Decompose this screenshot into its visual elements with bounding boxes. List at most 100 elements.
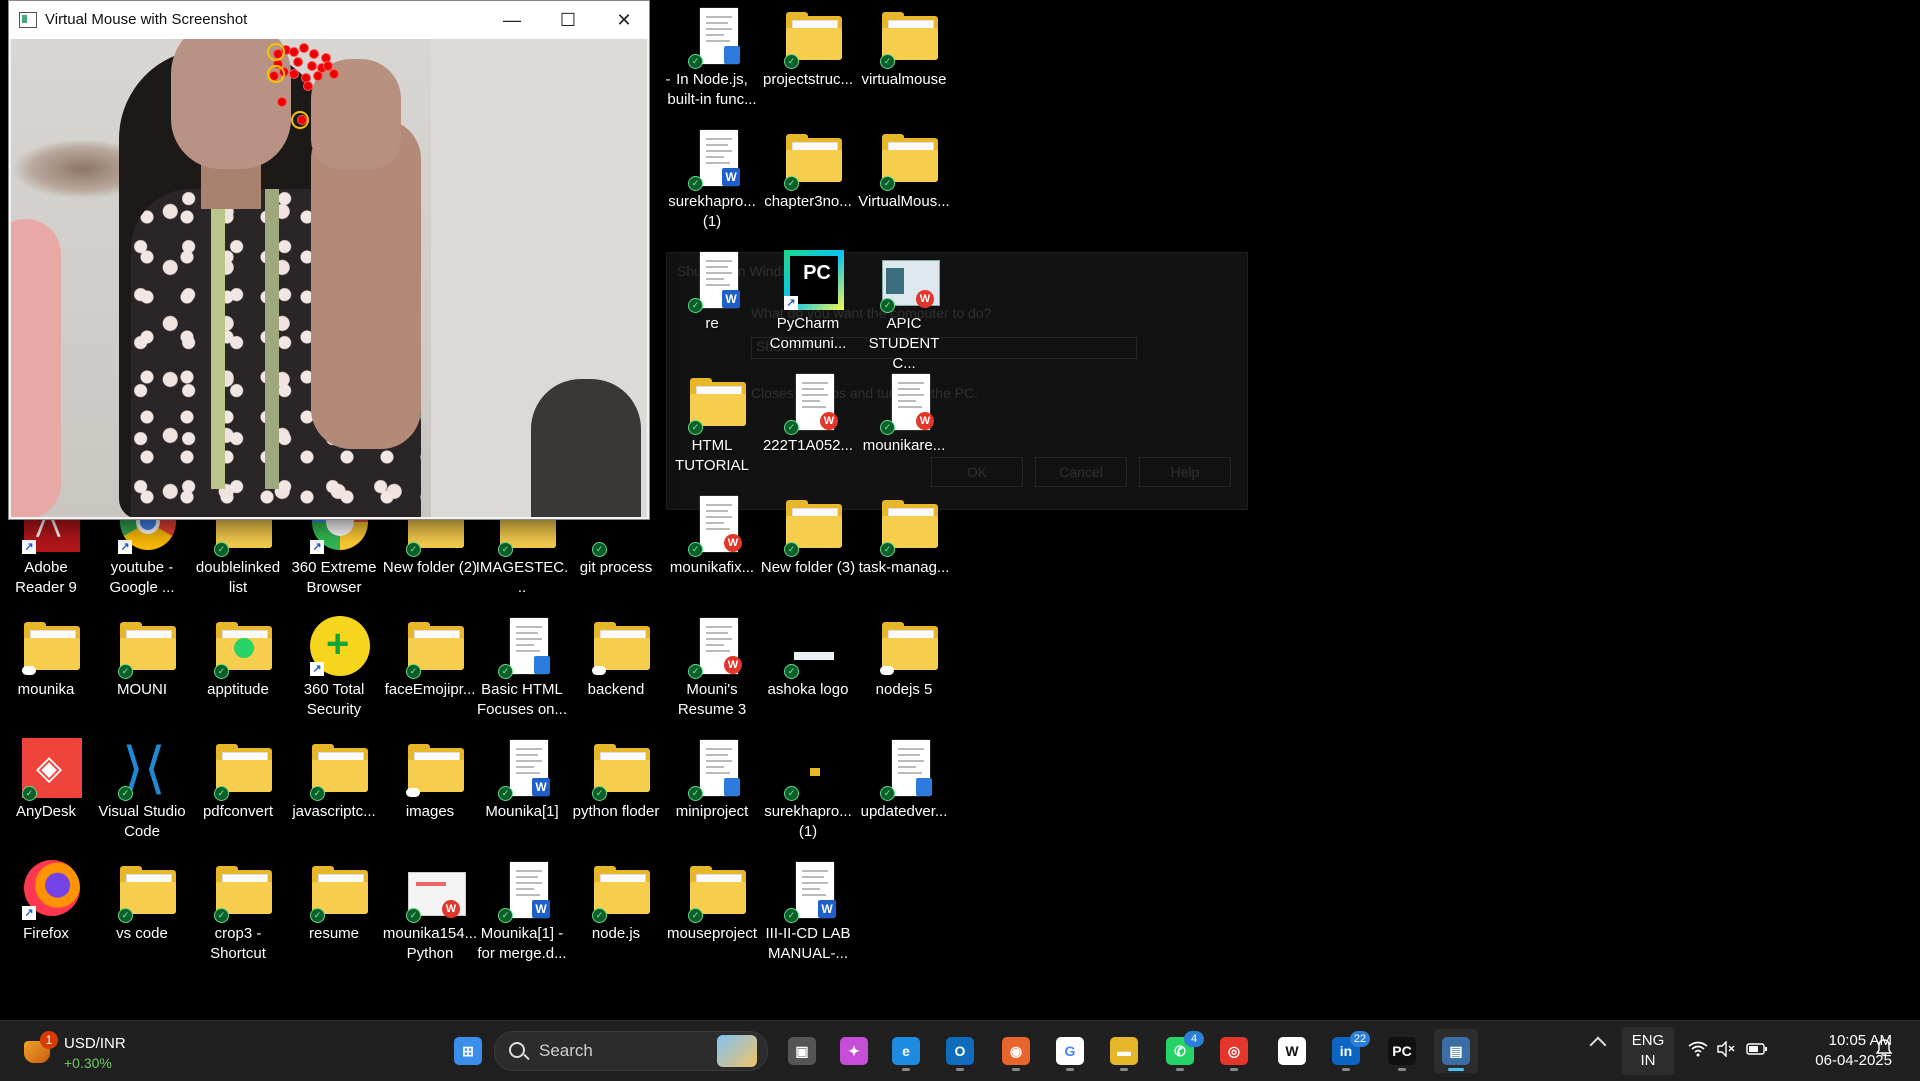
hand-landmark-dot: [309, 49, 319, 59]
taskbar-python-button[interactable]: ▤: [1434, 1029, 1478, 1073]
desktop-icon-label: backend: [587, 681, 645, 698]
desktop-icon[interactable]: W ✓ mounikafix...: [664, 488, 760, 600]
sync-check-icon: ✓: [592, 786, 607, 801]
running-indicator: [1176, 1068, 1184, 1071]
taskbar-firefox-button[interactable]: ◉: [994, 1029, 1038, 1073]
maximize-button[interactable]: ☐: [545, 1, 591, 39]
desktop-icon[interactable]: ✓ miniproject: [664, 732, 760, 844]
desktop-icon[interactable]: ✓ crop3 - Shortcut: [190, 854, 286, 966]
taskbar-outlook-button[interactable]: O: [938, 1029, 982, 1073]
desktop-icon[interactable]: ✓ ashoka logo: [760, 610, 856, 722]
desktop-icon[interactable]: ✓ updatedver...: [856, 732, 952, 844]
desktop-icon[interactable]: ✓ HTML TUTORIAL: [664, 366, 760, 478]
desktop-icon-label: virtualmouse: [861, 71, 947, 88]
show-hidden-icons-chevron-icon[interactable]: [1589, 1036, 1607, 1054]
desktop-icon[interactable]: ✓ apptitude: [190, 610, 286, 722]
desktop-icon[interactable]: mounika: [0, 610, 94, 722]
taskbar-wikipedia-button[interactable]: W: [1270, 1029, 1314, 1073]
folder-icon: ✓: [118, 860, 178, 923]
desktop-icon-label: doublelinked list: [195, 559, 281, 596]
desktop-icon[interactable]: W ✓ III-II-CD LAB MANUAL-...: [760, 854, 856, 966]
taskbar-copilot-button[interactable]: ✦: [832, 1029, 876, 1073]
folder-icon: ✓: [592, 860, 652, 923]
folder-whatsapp-icon: ✓: [214, 616, 274, 679]
desktop-icon[interactable]: ✓ resume: [286, 854, 382, 966]
sync-check-icon: ✓: [688, 54, 703, 69]
desktop-icon[interactable]: ✓ node.js: [568, 854, 664, 966]
desktop-icon[interactable]: PC ↗ PyCharm Communi...: [760, 244, 856, 356]
language-indicator[interactable]: ENG IN: [1622, 1027, 1674, 1075]
taskbar-task-view-button[interactable]: ▣: [780, 1029, 824, 1073]
taskbar-edge-button[interactable]: e: [884, 1029, 928, 1073]
minimize-button[interactable]: —: [489, 1, 535, 39]
desktop-icon[interactable]: + ↗ 360 Total Security: [286, 610, 382, 722]
taskbar-linkedin-button[interactable]: in 22: [1324, 1029, 1370, 1073]
pycharm-icon: PC: [1388, 1037, 1416, 1065]
notifications-bell-icon[interactable]: [1875, 1039, 1893, 1057]
desktop-icon[interactable]: ✓ surekhapro... (1): [760, 732, 856, 844]
desktop-icon[interactable]: ✓ chapter3no...: [760, 122, 856, 234]
taskbar-google-button[interactable]: G: [1048, 1029, 1092, 1073]
taskbar-file-explorer-button[interactable]: ▬: [1102, 1029, 1146, 1073]
cancel-button[interactable]: Cancel: [1035, 457, 1127, 487]
desktop-icon[interactable]: ✓ pdfconvert: [190, 732, 286, 844]
virtual-mouse-window[interactable]: Virtual Mouse with Screenshot — ☐ ✕: [8, 0, 650, 520]
close-button[interactable]: ✕: [601, 1, 647, 39]
sync-check-icon: ✓: [310, 786, 325, 801]
desktop-icon[interactable]: ⟩⟨ ✓ Visual Studio Code: [94, 732, 190, 844]
desktop-icon[interactable]: images: [382, 732, 478, 844]
pycharm-icon: PC ↗: [784, 250, 844, 310]
currency-widget[interactable]: 1 USD/INR +0.30%: [20, 1029, 160, 1073]
desktop-icon-label: HTML TUTORIAL: [675, 437, 749, 474]
taskbar-start-button[interactable]: ⊞: [446, 1029, 490, 1073]
desktop-icon[interactable]: ✓ VirtualMous...: [856, 122, 952, 234]
desktop-icon[interactable]: W ✓ APIC STUDENT C...: [856, 244, 952, 372]
battery-icon[interactable]: [1746, 1041, 1768, 1062]
taskbar-search[interactable]: Search: [494, 1031, 768, 1071]
widget-badge: 1: [40, 1031, 58, 1049]
desktop-icon[interactable]: W ✓ 222T1A052...: [760, 366, 856, 478]
desktop-icon[interactable]: backend: [568, 610, 664, 722]
desktop-icon[interactable]: ✓ Basic HTML Focuses on...: [474, 610, 570, 722]
doc-word-icon: W ✓: [688, 250, 748, 313]
hand-landmark-dot: [329, 69, 339, 79]
folder-icon: ✓: [592, 738, 652, 801]
desktop-icon[interactable]: W ✓ Mounika[1] - for merge.d...: [474, 854, 570, 966]
doc-wps-icon: W ✓: [880, 372, 940, 435]
doc-note-icon: ✓: [498, 616, 558, 679]
edge-icon: e: [892, 1037, 920, 1065]
desktop-icon[interactable]: ✓ virtualmouse: [856, 0, 952, 112]
desktop-icon[interactable]: W ✓ mounikare...: [856, 366, 952, 478]
desktop-icon[interactable]: ✓ python floder: [568, 732, 664, 844]
desktop-icon-label: chapter3no...: [764, 193, 852, 210]
widget-title: USD/INR: [64, 1035, 126, 1052]
desktop-icon[interactable]: ✓ faceEmojipr...: [382, 610, 478, 722]
desktop-icon[interactable]: W ✓ mounika154... Python: [382, 854, 478, 966]
desktop-icon[interactable]: W ✓ Mouni's Resume 3: [664, 610, 760, 722]
desktop-icon[interactable]: ✓ In Node.js, built-in func...: [664, 0, 760, 112]
desktop-icon[interactable]: ✓ projectstruc...: [760, 0, 856, 112]
sync-check-icon: ✓: [214, 908, 229, 923]
desktop-icon[interactable]: ✓ New folder (3): [760, 488, 856, 600]
desktop-icon-label: git process: [579, 559, 653, 576]
desktop-icon[interactable]: W ✓ surekhapro... (1): [664, 122, 760, 234]
desktop-icon[interactable]: ✓ MOUNI: [94, 610, 190, 722]
desktop-icon[interactable]: W ✓ re: [664, 244, 760, 356]
desktop-icon[interactable]: W ✓ Mounika[1]: [474, 732, 570, 844]
sync-check-icon: ✓: [688, 298, 703, 313]
desktop-icon[interactable]: ✓ mouseproject: [664, 854, 760, 966]
desktop-icon[interactable]: ◈ ✓ AnyDesk: [0, 732, 94, 844]
image-icon: W ✓: [880, 250, 940, 313]
taskbar-whatsapp-button[interactable]: ✆ 4: [1158, 1029, 1204, 1073]
desktop-icon[interactable]: ✓ javascriptc...: [286, 732, 382, 844]
desktop-icon[interactable]: ✓ task-manag...: [856, 488, 952, 600]
taskbar-pycharm-button[interactable]: PC: [1380, 1029, 1424, 1073]
volume-muted-icon[interactable]: [1716, 1040, 1736, 1062]
desktop-icon[interactable]: ↗ Firefox: [0, 854, 94, 966]
desktop-icon[interactable]: ✓ vs code: [94, 854, 190, 966]
title-bar[interactable]: Virtual Mouse with Screenshot — ☐ ✕: [9, 1, 649, 39]
taskbar-chrome-button[interactable]: ◎: [1212, 1029, 1256, 1073]
desktop-icon[interactable]: nodejs 5: [856, 610, 952, 722]
help-button[interactable]: Help: [1139, 457, 1231, 487]
wifi-icon[interactable]: [1688, 1041, 1708, 1062]
